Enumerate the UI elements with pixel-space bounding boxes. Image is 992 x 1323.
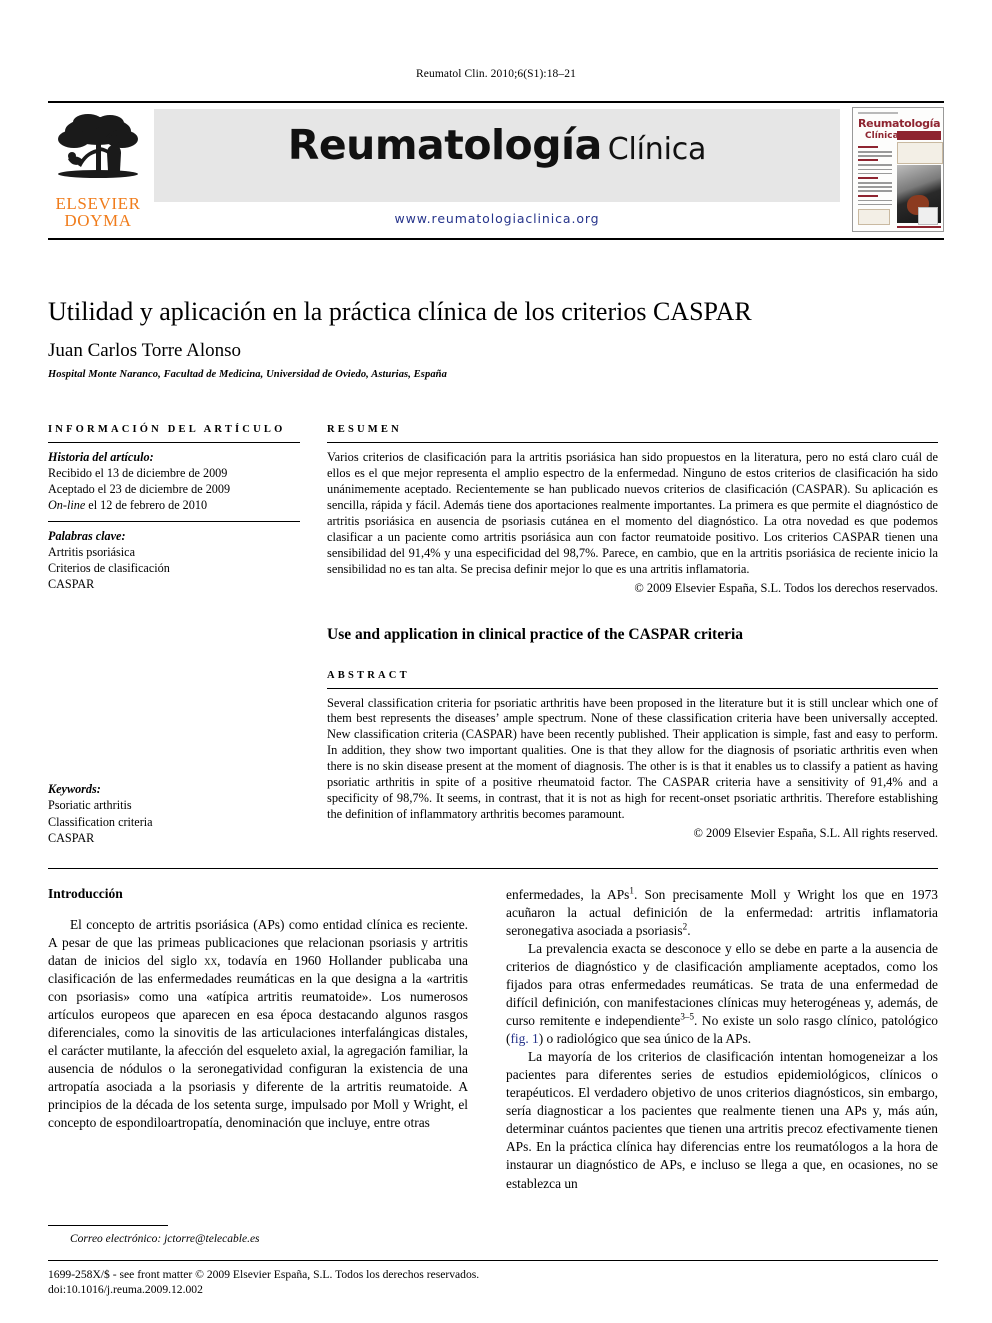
resumen-body: Varios criterios de clasificación para l…: [327, 450, 938, 576]
online-date: el 12 de febrero de 2010: [85, 498, 208, 513]
article-history-received: Recibido el 13 de diciembre de 2009: [48, 466, 228, 480]
footnote-label: Correo electrónico:: [70, 1233, 162, 1245]
keywords-en-label: Keywords:: [48, 782, 101, 797]
abstract-copyright: © 2009 Elsevier España, S.L. All rights …: [693, 826, 938, 840]
doyma-wordmark: DOYMA: [64, 211, 132, 231]
keywords-es-label: Palabras clave:: [48, 528, 126, 543]
doi-line[interactable]: doi:10.1016/j.reuma.2009.12.002: [48, 1282, 938, 1297]
cover-top-rule: [858, 112, 898, 114]
article-history-label: Historia del artículo:: [48, 450, 154, 464]
body-paragraph: El concepto de artritis psoriásica (APs)…: [48, 916, 468, 1132]
info-rule-mid: [48, 520, 300, 522]
elsevier-tree-icon: [52, 111, 144, 193]
footnote-email[interactable]: jctorre@telecable.es: [161, 1233, 259, 1245]
elsevier-wordmark: ELSEVIER: [55, 194, 141, 213]
body-separator-rule: [48, 868, 938, 869]
journal-masthead: ELSEVIER DOYMA Reumatología Clínica www.r…: [48, 101, 944, 240]
keyword-es-item: Artritis psoriásica: [48, 544, 135, 559]
english-title: Use and application in clinical practice…: [327, 625, 744, 643]
paragraph-text-c: .: [687, 923, 691, 939]
keyword-en-item: Psoriatic arthritis: [48, 798, 132, 813]
journal-article-page: Reumatol Clin. 2010;6(S1):18–21 ELSEVIER…: [0, 0, 992, 1323]
keyword-en-item: CASPAR: [48, 830, 95, 845]
journal-title: Reumatología Clínica: [154, 121, 840, 169]
cover-logo-box: [897, 142, 943, 164]
figure-link[interactable]: fig. 1: [510, 1031, 538, 1046]
cover-title-sub: Clínica: [865, 131, 899, 141]
footer-copyright: 1699-258X/$ - see front matter © 2009 El…: [48, 1267, 938, 1297]
body-paragraph: La prevalencia exacta se desconoce y ell…: [506, 940, 938, 1048]
article-history-accepted: Aceptado el 23 de diciembre de 2009: [48, 482, 231, 497]
cover-footer-logo: [918, 207, 938, 225]
article-title: Utilidad y aplicación en la práctica clí…: [48, 297, 752, 326]
keyword-es-item: CASPAR: [48, 577, 95, 592]
body-paragraph: La mayoría de los criterios de clasifica…: [506, 1049, 938, 1191]
body-column-left: Introducción El concepto de artritis pso…: [48, 886, 468, 1132]
article-info-column: INFORMACIÓN DEL ARTÍCULO Historia del ar…: [48, 424, 300, 846]
article-author: Juan Carlos Torre Alonso: [48, 340, 242, 361]
section-heading-introduccion: Introducción: [48, 886, 123, 901]
body-paragraph: enfermedades, la APs1. Son precisamente …: [506, 886, 938, 940]
resumen-heading: RESUMEN: [327, 424, 402, 435]
article-info-heading: INFORMACIÓN DEL ARTÍCULO: [48, 424, 286, 435]
corresponding-email-footnote: Correo electrónico: jctorre@telecable.es: [48, 1233, 468, 1245]
journal-title-main: Reumatología: [287, 121, 603, 169]
century-smallcaps: xx: [204, 953, 218, 969]
journal-website-url[interactable]: www.reumatologiaclinica.org: [154, 211, 840, 226]
cover-title-main: Reumatología: [858, 117, 941, 130]
keyword-en-item: Classification criteria: [48, 814, 153, 829]
bottom-separator-rule: [48, 1260, 938, 1261]
keyword-es-item: Criterios de clasificación: [48, 560, 170, 575]
footnote-rule: [48, 1225, 168, 1226]
journal-cover-thumbnail: Reumatología Clínica: [848, 103, 944, 237]
online-prefix: On-line: [48, 498, 86, 513]
abstract-column: RESUMEN Varios criterios de clasificació…: [327, 424, 938, 841]
cover-footer-box: [858, 209, 890, 225]
abstract-rule: [327, 687, 938, 689]
resumen-copyright: © 2009 Elsevier España, S.L. Todos los d…: [634, 580, 938, 595]
journal-title-band: Reumatología Clínica www.reumatologiaclin…: [154, 103, 840, 237]
cover-header-bar: [897, 131, 941, 140]
running-head: Reumatol Clin. 2010;6(S1):18–21: [416, 68, 576, 80]
paragraph-text-c: ) o radiológico que sea único de la APs.: [538, 1031, 752, 1047]
abstract-heading: ABSTRACT: [327, 669, 410, 681]
article-history-online: On-line el 12 de febrero de 2010: [48, 497, 300, 513]
body-column-right: enfermedades, la APs1. Son precisamente …: [506, 886, 938, 1193]
resumen-rule: [327, 442, 938, 443]
article-affiliation: Hospital Monte Naranco, Facultad de Medi…: [48, 369, 447, 380]
journal-title-sub: Clínica: [607, 132, 707, 167]
info-rule-top: [48, 442, 300, 443]
paragraph-text-a: enfermedades, la APs: [506, 887, 630, 902]
paragraph-text-b: , todavía en 1960 Hollander publicaba un…: [48, 953, 468, 1131]
cover-caption-rule: [897, 226, 941, 228]
abstract-body: Several classification criteria for psor…: [327, 695, 938, 822]
publisher-logo: ELSEVIER DOYMA: [48, 103, 148, 237]
cover-toc-lines: [858, 146, 892, 208]
issn-copyright-line: 1699-258X/$ - see front matter © 2009 El…: [48, 1268, 480, 1281]
citation-ref[interactable]: 3–5: [680, 1012, 694, 1022]
